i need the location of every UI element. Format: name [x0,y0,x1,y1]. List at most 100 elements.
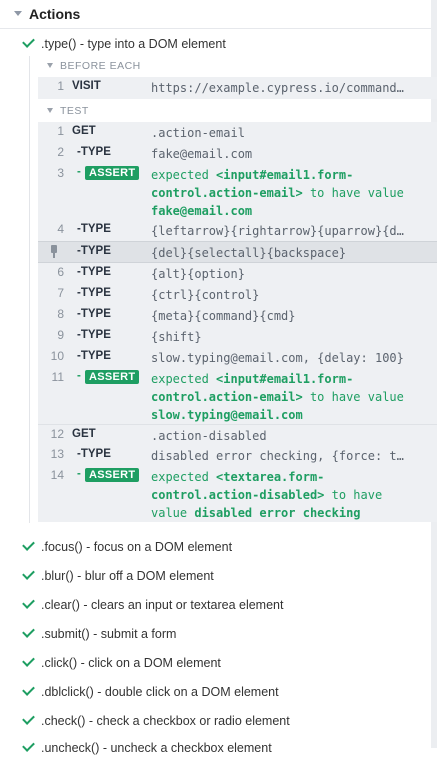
command-name: GET [72,428,96,440]
command-message: fake@email.com [151,147,253,161]
test-title: .click() - click on a DOM element [41,656,221,670]
command-message: {alt}{option} [151,267,245,281]
caret-down-icon[interactable] [47,63,53,68]
passed-check-icon [22,654,35,667]
test-item-click[interactable]: .click() - click on a DOM element [0,651,431,675]
command-message: .action-disabled [151,429,267,443]
suite-title: Actions [29,6,81,22]
command-number: 3 [57,166,64,180]
assert-badge: ASSERT [85,370,140,384]
command-name: -TYPE [77,287,111,299]
command-number: 10 [50,349,64,363]
test-title: .blur() - blur off a DOM element [41,569,214,583]
command-dash: - [77,468,81,480]
command-row[interactable]: 13 -TYPE disabled error checking, {force… [38,445,437,466]
test-item-check[interactable]: .check() - check a checkbox or radio ele… [0,709,431,733]
test-body: BEFORE EACH 1 VISIT https://example.cypr… [29,56,437,523]
passed-check-icon [22,625,35,638]
suite-actions: Actions .type() - type into a DOM elemen… [0,0,437,755]
test-commands: 1 GET .action-email 2 -TYPE fake@email.c… [38,122,437,522]
command-row-assert[interactable]: 14 - ASSERT expected <textarea.form-cont… [38,466,437,522]
test-title: .clear() - clears an input or textarea e… [41,598,284,612]
caret-down-icon[interactable] [14,11,22,16]
command-number: 4 [57,222,64,236]
command-message: .action-email [151,126,245,140]
assert-verb: to have value [309,390,404,404]
passed-check-icon [22,683,35,696]
command-number: 6 [57,265,64,279]
test-item-focus[interactable]: .focus() - focus on a DOM element [0,535,431,559]
assert-expected: expected [151,372,209,386]
command-name: -TYPE [77,329,111,341]
passed-check-icon [22,712,35,725]
command-name: VISIT [72,80,101,92]
command-number: 11 [51,370,64,384]
command-dash: - [77,166,81,178]
command-number: 9 [57,328,64,342]
test-item-clear[interactable]: .clear() - clears an input or textarea e… [0,593,431,617]
suite-header[interactable]: Actions [0,0,431,29]
command-row[interactable]: 4 -TYPE {leftarrow}{rightarrow}{uparrow}… [38,220,437,241]
assert-expected: expected [151,470,209,484]
pin-icon[interactable] [51,245,57,258]
command-row-pinned[interactable]: -TYPE {del}{selectall}{backspace} [38,241,437,263]
command-name: -TYPE [77,448,111,460]
command-row[interactable]: 2 -TYPE fake@email.com [38,143,437,164]
assert-value: disabled error checking [194,506,361,520]
command-row[interactable]: 1 VISIT https://example.cypress.io/comma… [38,77,437,99]
passed-check-icon [22,739,35,752]
passed-check-icon [22,596,35,609]
caret-down-icon[interactable] [47,108,53,113]
test-item-blur[interactable]: .blur() - blur off a DOM element [0,564,431,588]
passed-check-icon [22,567,35,580]
assert-verb: to have value [309,186,404,200]
test-title: .dblclick() - double click on a DOM elem… [41,685,279,699]
assert-message: expected <input#email1.form-control.acti… [151,370,411,424]
assert-expected: expected [151,168,209,182]
command-row[interactable]: 10 -TYPE slow.typing@email.com, {delay: … [38,347,437,368]
test-title: .submit() - submit a form [41,627,177,641]
command-number: 1 [57,79,64,93]
command-name: GET [72,125,96,137]
command-message: disabled error checking, {force: true} [151,449,411,463]
test-item-submit[interactable]: .submit() - submit a form [0,622,431,646]
hook-label: TEST [60,105,89,117]
command-row-assert[interactable]: 11 - ASSERT expected <input#email1.form-… [38,368,437,424]
assert-badge: ASSERT [85,468,140,482]
passed-check-icon [22,35,35,48]
command-name: -TYPE [77,308,111,320]
test-item-dblclick[interactable]: .dblclick() - double click on a DOM elem… [0,680,431,704]
test-title: .check() - check a checkbox or radio ele… [41,714,290,728]
command-message: {meta}{command}{cmd} [151,309,296,323]
before-each-commands: 1 VISIT https://example.cypress.io/comma… [38,77,437,99]
command-row[interactable]: 8 -TYPE {meta}{command}{cmd} [38,305,437,326]
test-item-uncheck[interactable]: .uncheck() - uncheck a checkbox element [0,736,431,760]
passed-check-icon [22,538,35,551]
hook-label: BEFORE EACH [60,60,141,72]
command-row[interactable]: 12 GET .action-disabled [38,424,437,445]
command-row-assert[interactable]: 3 - ASSERT expected <input#email1.form-c… [38,164,437,220]
command-row[interactable]: 7 -TYPE {ctrl}{control} [38,284,437,305]
command-name: -TYPE [77,223,111,235]
command-number: 1 [57,124,64,138]
command-message: {del}{selectall}{backspace} [151,246,347,260]
command-number: 12 [50,427,64,441]
command-row[interactable]: 6 -TYPE {alt}{option} [38,263,437,284]
command-message: slow.typing@email.com, {delay: 100} [151,351,404,365]
assert-message: expected <input#email1.form-control.acti… [151,166,411,220]
test-title: .focus() - focus on a DOM element [41,540,233,554]
command-message: https://example.cypress.io/commands/acti… [151,81,411,95]
test-title: .type() - type into a DOM element [41,37,226,51]
command-name: -TYPE [77,266,111,278]
test-item-type[interactable]: .type() - type into a DOM element [0,32,431,56]
test-title: .uncheck() - uncheck a checkbox element [41,741,272,755]
command-name: -TYPE [77,350,111,362]
command-message: {leftarrow}{rightarrow}{uparrow}{downarr… [151,224,411,238]
command-message: {ctrl}{control} [151,288,260,302]
command-row[interactable]: 9 -TYPE {shift} [38,326,437,347]
command-number: 7 [57,286,64,300]
command-dash: - [77,370,81,382]
command-row[interactable]: 1 GET .action-email [38,122,437,143]
assert-value: fake@email.com [151,204,253,218]
command-number: 2 [57,145,64,159]
